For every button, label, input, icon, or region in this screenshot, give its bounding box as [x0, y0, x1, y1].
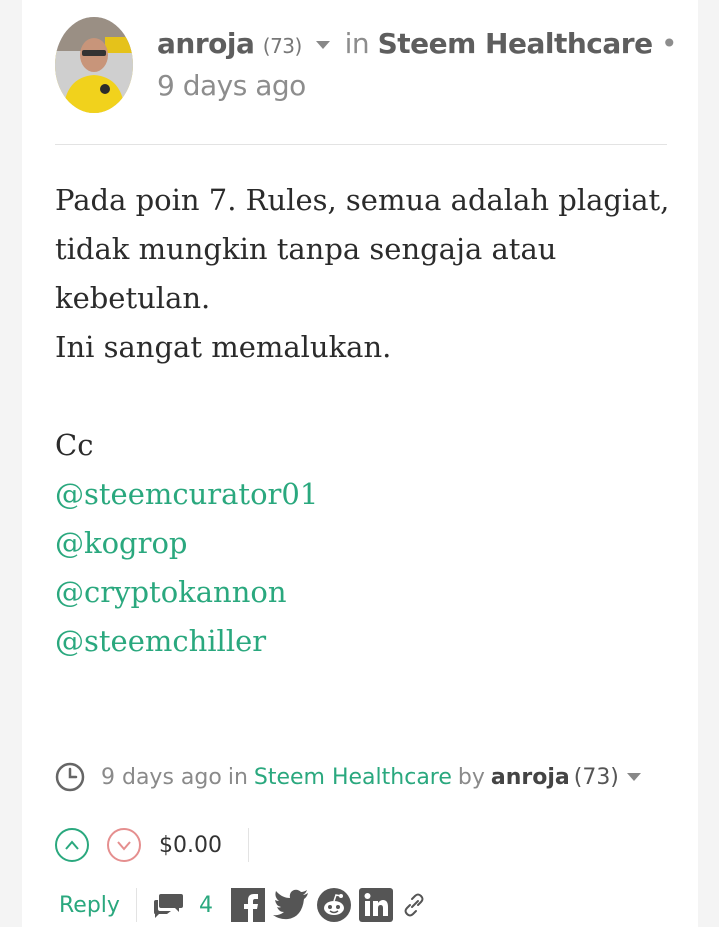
comment-header: anroja (73) in Steem Healthcare • 9 days… [157, 24, 678, 106]
facebook-icon[interactable] [230, 888, 265, 922]
action-divider [135, 888, 137, 922]
cc-label: Cc [55, 428, 94, 462]
footer-time[interactable]: 9 days ago [101, 765, 222, 790]
linkedin-icon[interactable] [358, 888, 393, 922]
clock-icon [55, 762, 85, 792]
action-bar: Reply 4 [59, 888, 427, 922]
reddit-icon[interactable] [316, 888, 351, 922]
footer-author-reputation: (73) [573, 764, 619, 790]
body-line-2: Ini sangat memalukan. [55, 330, 392, 364]
upvote-icon [65, 840, 79, 850]
comment-body: Pada poin 7. Rules, semua adalah plagiat… [55, 176, 685, 666]
author-link[interactable]: anroja [157, 27, 255, 60]
comment-footer-meta: 9 days ago in Steem Healthcare by anroja… [55, 762, 641, 792]
comment-count[interactable]: 4 [199, 893, 213, 918]
avatar-image [55, 17, 133, 113]
footer-author-link[interactable]: anroja [491, 765, 570, 790]
mention-link[interactable]: @steemchiller [55, 617, 685, 666]
footer-in-label: in [227, 764, 248, 790]
avatar[interactable] [55, 17, 133, 113]
footer-community-link[interactable]: Steem Healthcare [254, 765, 452, 790]
in-label: in [344, 27, 370, 60]
community-link[interactable]: Steem Healthcare [378, 27, 653, 60]
vote-divider [247, 828, 249, 862]
author-dropdown-icon[interactable] [316, 41, 331, 49]
upvote-button[interactable] [55, 828, 89, 862]
vote-bar: $0.00 [55, 828, 249, 862]
payout-amount[interactable]: $0.00 [159, 833, 222, 858]
mention-link[interactable]: @cryptokannon [55, 568, 685, 617]
link-icon[interactable] [401, 892, 427, 918]
time-separator: • [660, 27, 678, 60]
downvote-icon [117, 841, 131, 851]
mention-link[interactable]: @steemcurator01 [55, 470, 685, 519]
comments-icon[interactable] [153, 891, 185, 919]
footer-by-label: by [457, 764, 485, 790]
share-buttons [230, 888, 427, 922]
mention-link[interactable]: @kogrop [55, 519, 685, 568]
twitter-icon[interactable] [272, 889, 309, 921]
downvote-button[interactable] [107, 828, 141, 862]
footer-author-dropdown-icon[interactable] [626, 773, 641, 781]
header-divider [55, 144, 667, 145]
reply-button[interactable]: Reply [59, 893, 120, 918]
post-time[interactable]: 9 days ago [157, 69, 306, 102]
comment-card: anroja (73) in Steem Healthcare • 9 days… [22, 0, 698, 927]
body-paragraph: Pada poin 7. Rules, semua adalah plagiat… [55, 183, 670, 315]
author-reputation: (73) [262, 34, 303, 58]
